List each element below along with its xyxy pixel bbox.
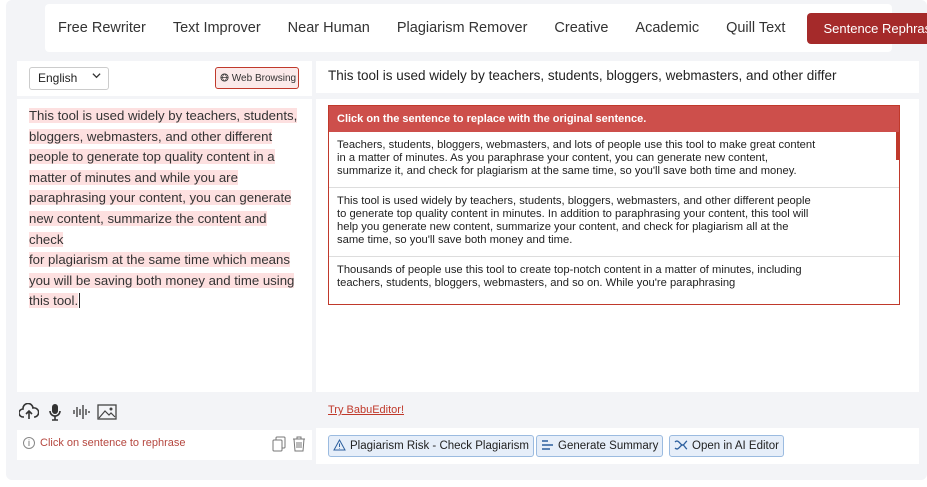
rephrase-hint: i Click on sentence to rephrase: [23, 437, 186, 449]
globe-icon: [220, 73, 232, 84]
language-value: English: [38, 71, 78, 85]
open-ai-editor-label: Open in AI Editor: [692, 440, 779, 452]
tab-free-rewriter[interactable]: Free Rewriter: [58, 20, 146, 36]
tab-near-human[interactable]: Near Human: [288, 20, 370, 36]
chevron-down-icon: [92, 71, 101, 83]
input-line: This tool is used widely by teachers, st…: [29, 108, 298, 123]
input-toolbar: English Web Browsing: [17, 61, 312, 96]
results-header: Click on the sentence to replace with th…: [329, 106, 899, 132]
tab-creative[interactable]: Creative: [554, 20, 608, 36]
input-line: matter of minutes and while you are: [29, 169, 238, 185]
open-ai-editor-button[interactable]: Open in AI Editor: [669, 435, 784, 457]
input-line: for plagiarism at the same time which me…: [29, 252, 290, 268]
tab-sentence-rephraser[interactable]: Sentence Rephraser: [807, 12, 927, 44]
web-browsing-button[interactable]: Web Browsing: [215, 67, 299, 89]
input-footer: i Click on sentence to rephrase: [17, 430, 312, 460]
copy-icon[interactable]: [272, 436, 286, 457]
input-line: new content, summarize the content and c…: [29, 210, 267, 247]
summary-icon: [541, 439, 554, 454]
input-line: people to generate top quality content i…: [29, 149, 275, 165]
results-scrollbar[interactable]: [896, 132, 899, 160]
ai-editor-icon: [674, 439, 688, 454]
info-icon: i: [23, 437, 35, 449]
try-babueditor-link[interactable]: Try BabuEditor!: [328, 404, 404, 416]
image-icon[interactable]: [97, 402, 117, 422]
tab-academic[interactable]: Academic: [635, 20, 699, 36]
footer-actions: [272, 436, 306, 457]
input-line: paraphrasing your content, you can gener…: [29, 190, 292, 206]
trash-icon[interactable]: [292, 436, 306, 457]
language-select[interactable]: English: [29, 67, 109, 90]
tab-text-improver[interactable]: Text Improver: [173, 20, 261, 36]
input-line: this tool.: [29, 293, 81, 309]
audio-wave-icon[interactable]: [71, 402, 91, 422]
generate-summary-label: Generate Summary: [558, 440, 659, 452]
tab-plagiarism-remover[interactable]: Plagiarism Remover: [397, 20, 528, 36]
input-line: you will be saving both money and time u…: [29, 272, 295, 288]
output-panel: Click on the sentence to replace with th…: [316, 99, 919, 392]
result-option[interactable]: Thousands of people use this tool to cre…: [329, 257, 899, 299]
tab-quill-text[interactable]: Quill Text: [726, 20, 785, 36]
warning-icon: [333, 438, 346, 454]
input-editor[interactable]: This tool is used widely by teachers, st…: [17, 99, 312, 392]
generate-summary-button[interactable]: Generate Summary: [536, 435, 664, 457]
output-footer: Plagiarism Risk - Check Plagiarism Gener…: [316, 428, 919, 464]
input-line: bloggers, webmasters, and other differen…: [29, 128, 273, 144]
result-option[interactable]: Teachers, students, bloggers, webmasters…: [329, 132, 899, 188]
cloud-upload-icon[interactable]: [19, 402, 39, 422]
web-browsing-label: Web Browsing: [231, 73, 297, 84]
mode-tabs: Free Rewriter Text Improver Near Human P…: [45, 4, 927, 52]
check-plagiarism-button[interactable]: Plagiarism Risk - Check Plagiarism: [328, 435, 534, 457]
input-tools: [17, 397, 312, 427]
hint-text: Click on sentence to rephrase: [40, 437, 186, 449]
result-option[interactable]: This tool is used widely by teachers, st…: [329, 188, 899, 257]
microphone-icon[interactable]: [45, 402, 65, 422]
check-plagiarism-label: Plagiarism Risk - Check Plagiarism: [350, 440, 529, 452]
rephrase-results: Click on the sentence to replace with th…: [328, 105, 900, 305]
input-text: This tool is used widely by teachers, st…: [29, 106, 300, 312]
original-sentence: This tool is used widely by teachers, st…: [316, 61, 919, 93]
